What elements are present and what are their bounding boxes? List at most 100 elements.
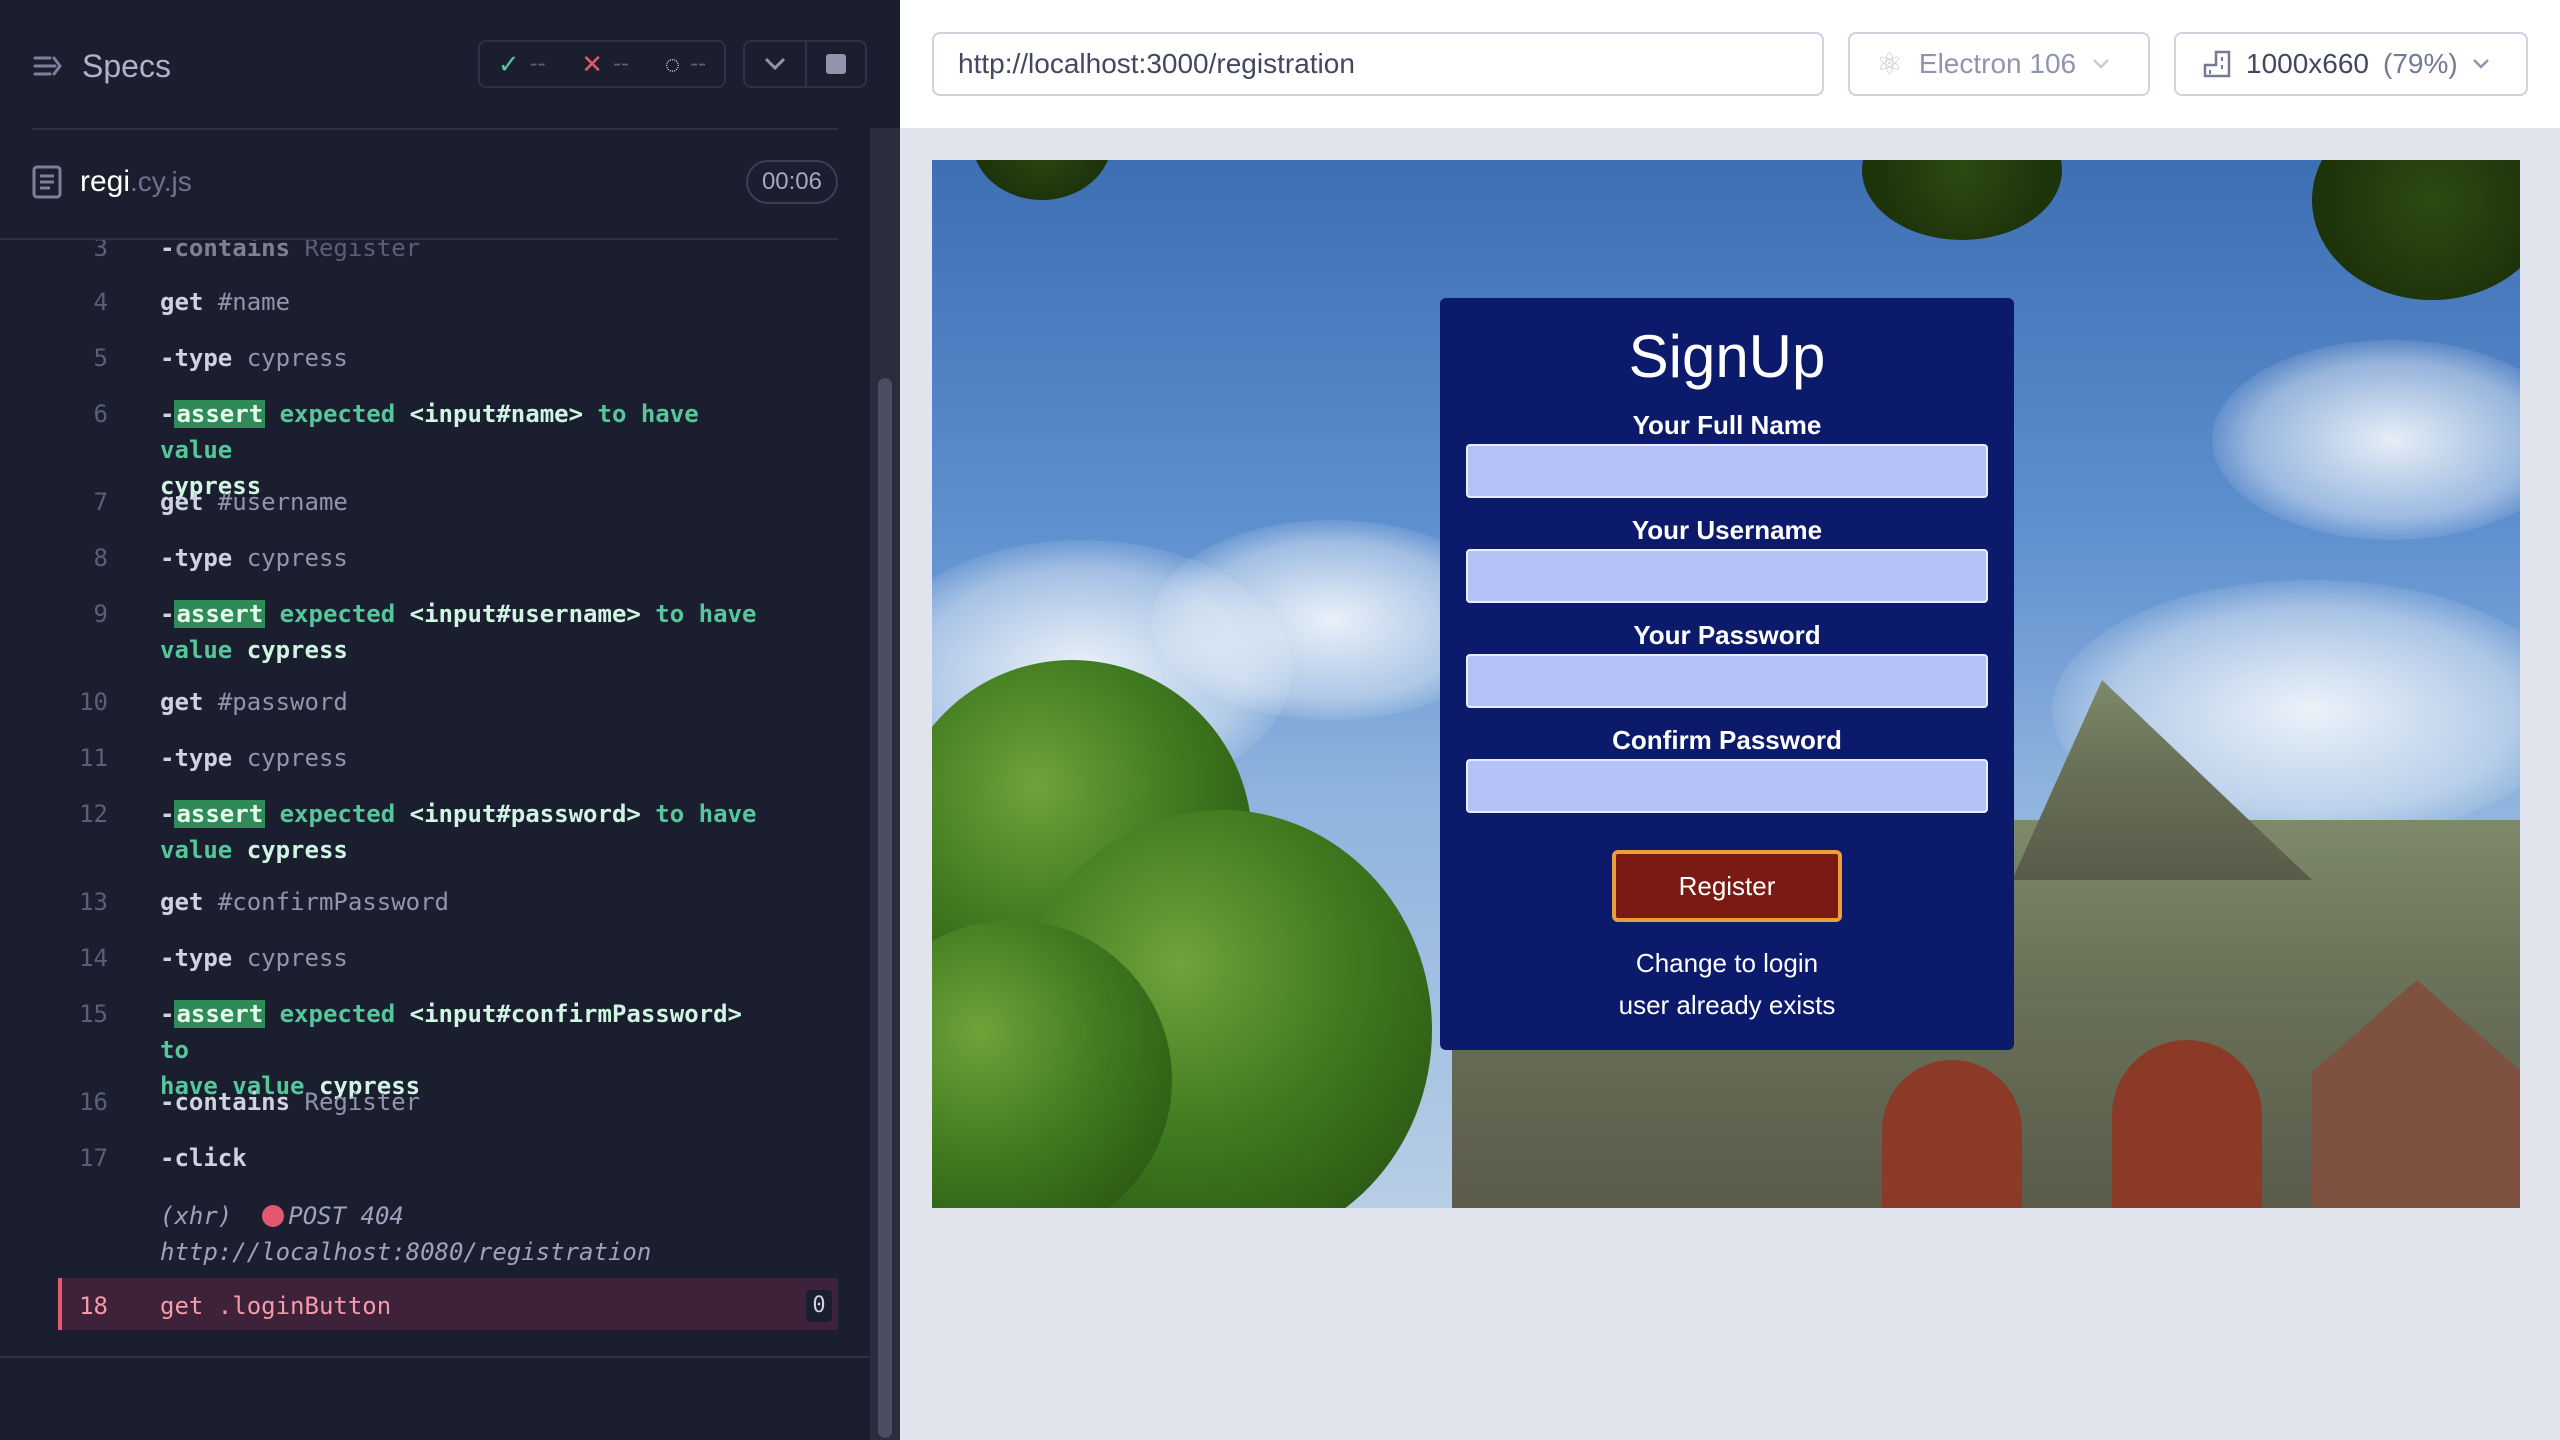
assert-text: to have <box>655 600 757 628</box>
reporter-header: Specs ✓ -- ✕ -- ◌ -- <box>0 0 900 128</box>
assert-badge: assert <box>174 800 266 828</box>
browser-panel: http://localhost:3000/registration ⚛ Ele… <box>900 0 2560 1440</box>
signup-form: SignUp Your Full Name Your Username Your… <box>1440 298 2014 1050</box>
username-input[interactable] <box>1466 549 1988 603</box>
scrollbar[interactable] <box>870 128 900 1440</box>
register-button[interactable]: Register <box>1612 850 1842 922</box>
spinner-icon: ◌ <box>664 48 681 79</box>
error-dot-icon <box>262 1205 285 1227</box>
full-name-input[interactable] <box>1466 444 1988 498</box>
line-number: 10 <box>79 688 108 716</box>
spec-file-ext: .cy.js <box>130 166 192 197</box>
xhr-label: (xhr) <box>160 1202 233 1230</box>
assert-badge: assert <box>174 400 266 428</box>
line-number: 5 <box>93 344 108 372</box>
command-arg: Register <box>304 240 421 262</box>
confirm-password-input[interactable] <box>1466 759 1988 813</box>
menu-icon <box>33 56 62 76</box>
command-body: -type cypress <box>160 940 780 976</box>
app-preview: SignUp Your Full Name Your Username Your… <box>932 160 2520 1208</box>
command-name: get <box>160 288 204 316</box>
failed-command-row[interactable]: 18 get .loginButton 0 <box>58 1278 838 1330</box>
command-name: get <box>160 688 204 716</box>
assert-element: <input#confirmPassword> <box>409 1000 742 1028</box>
command-body: get #password <box>160 684 780 720</box>
command-arg: Register <box>304 1088 421 1116</box>
specs-toggle[interactable]: Specs <box>32 44 171 88</box>
password-label: Your Password <box>1633 620 1821 650</box>
line-number: 14 <box>79 944 108 972</box>
command-arg: cypress <box>246 344 348 372</box>
command-body: -type cypress <box>160 540 780 576</box>
command-name: get <box>160 488 204 516</box>
line-number: 8 <box>93 544 108 572</box>
duration-badge: 00:06 <box>745 160 838 204</box>
command-arg: cypress <box>246 544 348 572</box>
stats-summary: ✓ -- ✕ -- ◌ -- <box>478 40 726 88</box>
command-body: get #username <box>160 484 780 520</box>
xhr-status: POST 404 <box>288 1202 404 1230</box>
element-count-badge: 0 <box>806 1290 832 1322</box>
reporter-panel: Specs ✓ -- ✕ -- ◌ -- regi .cy.js 00:06 3… <box>0 0 900 1440</box>
window <box>1882 1060 2022 1208</box>
assert-element: <input#password> <box>409 800 641 828</box>
bottom-divider <box>0 1356 870 1358</box>
assert-value: cypress <box>246 836 348 864</box>
check-icon: ✓ <box>497 48 520 79</box>
assert-text: expected <box>279 1000 396 1028</box>
line-number: 12 <box>79 800 108 828</box>
command-body: -type cypress <box>160 740 780 776</box>
command-child-dash: - <box>160 800 175 828</box>
command-body: get #confirmPassword <box>160 884 780 920</box>
command-arg: #name <box>217 288 291 316</box>
spec-file-name: regi <box>80 165 131 198</box>
command-body: get .loginButton <box>160 1292 392 1320</box>
command-child-dash: - <box>160 1088 175 1116</box>
assert-text: to have <box>655 800 757 828</box>
chevron-down-icon <box>2472 59 2489 69</box>
stop-button[interactable] <box>805 40 867 88</box>
command-child-dash: - <box>160 744 175 772</box>
command-child-dash: - <box>160 344 175 372</box>
command-child-dash: - <box>160 400 175 428</box>
scrollbar-thumb[interactable] <box>878 378 892 1438</box>
assert-badge: assert <box>174 1000 266 1028</box>
command-name: type <box>174 544 233 572</box>
chevron-down-icon <box>764 57 786 71</box>
login-link[interactable]: Change to login <box>1440 948 2014 979</box>
command-arg: #password <box>217 688 348 716</box>
assert-text: expected <box>279 600 396 628</box>
passed-stat: ✓ -- <box>497 48 546 79</box>
xhr-url: http://localhost:8080/registration <box>160 1238 652 1266</box>
assert-value: cypress <box>246 636 348 664</box>
command-name: type <box>174 944 233 972</box>
error-message: user already exists <box>1618 990 1836 1020</box>
browser-selector[interactable]: ⚛ Electron 106 <box>1848 32 2150 96</box>
command-log: 3 -contains Register 4 get #name 5 -type cypr… <box>58 240 838 1330</box>
url-bar[interactable]: http://localhost:3000/registration <box>932 32 1824 96</box>
command-body: -type cypress <box>160 340 780 376</box>
command-name: contains <box>174 1088 291 1116</box>
viewport-selector[interactable]: 1000x660 (79%) <box>2174 32 2528 96</box>
command-child-dash: - <box>160 240 175 262</box>
command-child-dash: - <box>160 1000 175 1028</box>
password-input[interactable] <box>1466 654 1988 708</box>
command-body: get #name <box>160 284 780 320</box>
stop-icon <box>826 54 846 74</box>
assert-text: value <box>160 836 233 864</box>
line-number: 15 <box>79 1000 108 1028</box>
xhr-entry[interactable]: (xhr) POST 404 http://localhost:8080/regis… <box>160 1198 800 1270</box>
assert-element: <input#name> <box>409 400 584 428</box>
full-name-label: Your Full Name <box>1632 410 1822 440</box>
line-number: 6 <box>93 400 108 428</box>
collapse-button[interactable] <box>743 40 805 88</box>
command-name: get <box>160 888 204 916</box>
file-icon <box>32 165 62 199</box>
command-child-dash: - <box>160 944 175 972</box>
line-number: 3 <box>93 240 108 262</box>
spec-file-row[interactable]: regi .cy.js 00:06 <box>32 156 838 208</box>
assert-text: expected <box>279 800 396 828</box>
ruler-icon <box>2203 50 2231 78</box>
x-icon: ✕ <box>581 48 604 79</box>
assert-element: <input#username> <box>409 600 641 628</box>
